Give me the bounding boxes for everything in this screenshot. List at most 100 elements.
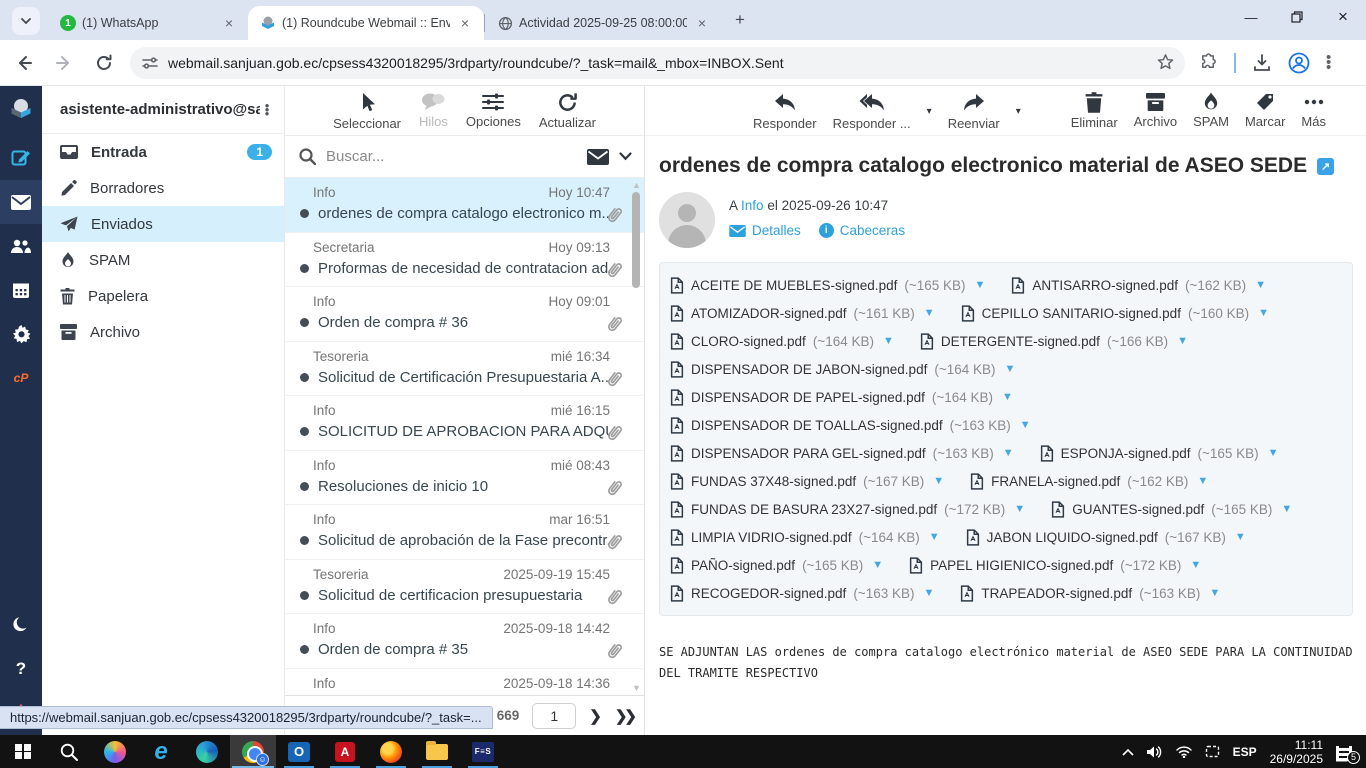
attachment-name[interactable]: ANTISARRO-signed.pdf	[1032, 278, 1178, 293]
taskbar-search-button[interactable]	[46, 735, 92, 768]
message-row[interactable]: Info mar 16:51 Solicitud de aprobación d…	[285, 505, 644, 560]
attachment-item[interactable]: CLORO-signed.pdf (~164 KB) ▼	[670, 327, 894, 355]
unread-dot-icon[interactable]	[300, 318, 309, 327]
attachment-name[interactable]: DISPENSADOR PARA GEL-signed.pdf	[691, 446, 926, 461]
last-page-button[interactable]: ❯❯	[615, 707, 634, 725]
attachment-menu-icon[interactable]: ▼	[1190, 559, 1201, 571]
message-row[interactable]: Info mié 08:43 Resoluciones de inicio 10	[285, 451, 644, 506]
attachment-menu-icon[interactable]: ▼	[872, 559, 883, 571]
refresh-button[interactable]: Actualizar	[539, 92, 596, 130]
taskbar-outlook[interactable]: O	[276, 735, 322, 768]
attachment-name[interactable]: ESPONJA-signed.pdf	[1061, 446, 1191, 461]
unread-dot-icon[interactable]	[300, 645, 309, 654]
headers-toggle[interactable]: i Cabeceras	[819, 223, 905, 238]
attachment-name[interactable]: FRANELA-signed.pdf	[991, 474, 1120, 489]
mail-nav-button[interactable]	[0, 180, 42, 224]
new-tab-button[interactable]: +	[727, 7, 753, 33]
taskbar-firefox[interactable]	[368, 735, 414, 768]
mark-button[interactable]: Marcar	[1245, 92, 1285, 129]
attachment-item[interactable]: DETERGENTE-signed.pdf (~166 KB) ▼	[920, 327, 1188, 355]
attachment-name[interactable]: FUNDAS 37X48-signed.pdf	[691, 474, 856, 489]
attachment-menu-icon[interactable]: ▼	[923, 587, 934, 599]
attachment-name[interactable]: ATOMIZADOR-signed.pdf	[691, 306, 847, 321]
tab-whatsapp[interactable]: 1 (1) WhatsApp ×	[48, 6, 248, 40]
taskbar-file-explorer[interactable]	[414, 735, 460, 768]
attachment-menu-icon[interactable]: ▼	[1281, 503, 1292, 515]
attachment-name[interactable]: GUANTES-signed.pdf	[1072, 502, 1204, 517]
taskbar-copilot[interactable]	[92, 735, 138, 768]
attachment-item[interactable]: PAPEL HIGIENICO-signed.pdf (~172 KB) ▼	[909, 551, 1201, 579]
attachment-item[interactable]: ATOMIZADOR-signed.pdf (~161 KB) ▼	[670, 299, 935, 327]
taskbar-chrome[interactable]: ☺	[230, 735, 276, 768]
taskbar-clock[interactable]: 11:11 26/9/2025	[1270, 738, 1323, 766]
reload-button[interactable]	[88, 47, 120, 79]
page-input[interactable]: 1	[532, 703, 576, 729]
scroll-down-icon[interactable]: ▼	[632, 683, 641, 693]
attachment-menu-icon[interactable]: ▼	[1020, 419, 1031, 431]
unread-dot-icon[interactable]	[300, 591, 309, 600]
attachment-name[interactable]: PAPEL HIGIENICO-signed.pdf	[930, 558, 1113, 573]
message-row[interactable]: Tesoreria mié 16:34 Solicitud de Certifi…	[285, 342, 644, 397]
attachment-item[interactable]: DISPENSADOR DE PAPEL-signed.pdf (~164 KB…	[670, 383, 1013, 411]
attachment-item[interactable]: PAÑO-signed.pdf (~165 KB) ▼	[670, 551, 883, 579]
attachment-item[interactable]: ACEITE DE MUEBLES-signed.pdf (~165 KB) ▼	[670, 271, 985, 299]
attachment-menu-icon[interactable]: ▼	[1235, 531, 1246, 543]
forward-button[interactable]	[48, 47, 80, 79]
calendar-nav-button[interactable]	[0, 268, 42, 312]
search-options-chevron-icon[interactable]	[619, 152, 632, 161]
message-row[interactable]: Tesoreria 2025-09-19 15:45 Solicitud de …	[285, 560, 644, 615]
url-text[interactable]: webmail.sanjuan.gob.ec/cpsess4320018295/…	[168, 55, 1156, 71]
delete-button[interactable]: Eliminar	[1071, 92, 1118, 130]
language-indicator[interactable]: ESP	[1233, 745, 1257, 759]
attachment-item[interactable]: ESPONJA-signed.pdf (~165 KB) ▼	[1040, 439, 1279, 467]
folder-enviados[interactable]: Enviados	[42, 206, 284, 242]
open-in-new-window-icon[interactable]: ↗	[1317, 158, 1334, 175]
attachment-menu-icon[interactable]: ▼	[1258, 307, 1269, 319]
attachment-menu-icon[interactable]: ▼	[1268, 447, 1279, 459]
reply-button[interactable]: Responder	[753, 92, 817, 131]
close-window-button[interactable]: ×	[1320, 0, 1366, 34]
unread-dot-icon[interactable]	[300, 373, 309, 382]
attachment-menu-icon[interactable]: ▼	[933, 475, 944, 487]
attachment-menu-icon[interactable]: ▼	[1209, 587, 1220, 599]
compose-button[interactable]	[0, 136, 42, 180]
attachment-item[interactable]: ANTISARRO-signed.pdf (~162 KB) ▼	[1011, 271, 1266, 299]
back-button[interactable]	[8, 47, 40, 79]
folder-borradores[interactable]: Borradores	[42, 170, 284, 206]
recipient-link[interactable]: Info	[741, 198, 764, 213]
unread-dot-icon[interactable]	[300, 264, 309, 273]
reply-all-button[interactable]: Responder ...	[833, 92, 911, 131]
scroll-up-icon[interactable]: ▲	[632, 180, 641, 190]
attachment-menu-icon[interactable]: ▼	[1177, 335, 1188, 347]
attachment-menu-icon[interactable]: ▼	[1197, 475, 1208, 487]
taskbar-internet-explorer[interactable]: e	[138, 735, 184, 768]
options-button[interactable]: Opciones	[466, 92, 521, 129]
attachment-menu-icon[interactable]: ▼	[1014, 503, 1025, 515]
forward-menu-icon[interactable]: ▾	[1016, 106, 1021, 117]
message-row[interactable]: Info 2025-09-18 14:36	[285, 669, 644, 696]
details-toggle[interactable]: Detalles	[729, 223, 801, 238]
attachment-menu-icon[interactable]: ▼	[929, 531, 940, 543]
message-row[interactable]: Secretaria Hoy 09:13 Proformas de necesi…	[285, 233, 644, 288]
close-icon[interactable]: ×	[456, 14, 474, 32]
downloads-icon[interactable]	[1252, 53, 1272, 73]
select-button[interactable]: Seleccionar	[333, 92, 401, 131]
attachment-name[interactable]: DISPENSADOR DE PAPEL-signed.pdf	[691, 390, 925, 405]
search-input[interactable]	[326, 148, 577, 165]
unread-dot-icon[interactable]	[300, 427, 309, 436]
message-row[interactable]: Info Hoy 10:47 ordenes de compra catalog…	[285, 178, 644, 233]
restore-button[interactable]	[1274, 0, 1320, 34]
threads-button[interactable]: Hilos	[419, 92, 448, 129]
attachment-item[interactable]: DISPENSADOR DE JABON-signed.pdf (~164 KB…	[670, 355, 1015, 383]
attachment-menu-icon[interactable]: ▼	[1255, 279, 1266, 291]
tray-expand-icon[interactable]	[1122, 748, 1134, 756]
message-row[interactable]: Info Hoy 09:01 Orden de compra # 36	[285, 287, 644, 342]
bookmark-star-icon[interactable]	[1156, 53, 1175, 72]
wifi-icon[interactable]	[1176, 745, 1192, 758]
minimize-button[interactable]: —	[1228, 0, 1274, 34]
archive-button[interactable]: Archivo	[1134, 92, 1177, 129]
unread-dot-icon[interactable]	[300, 482, 309, 491]
attachment-menu-icon[interactable]: ▼	[1002, 391, 1013, 403]
account-menu-icon[interactable]: •••	[260, 104, 274, 116]
attachment-menu-icon[interactable]: ▼	[924, 307, 935, 319]
